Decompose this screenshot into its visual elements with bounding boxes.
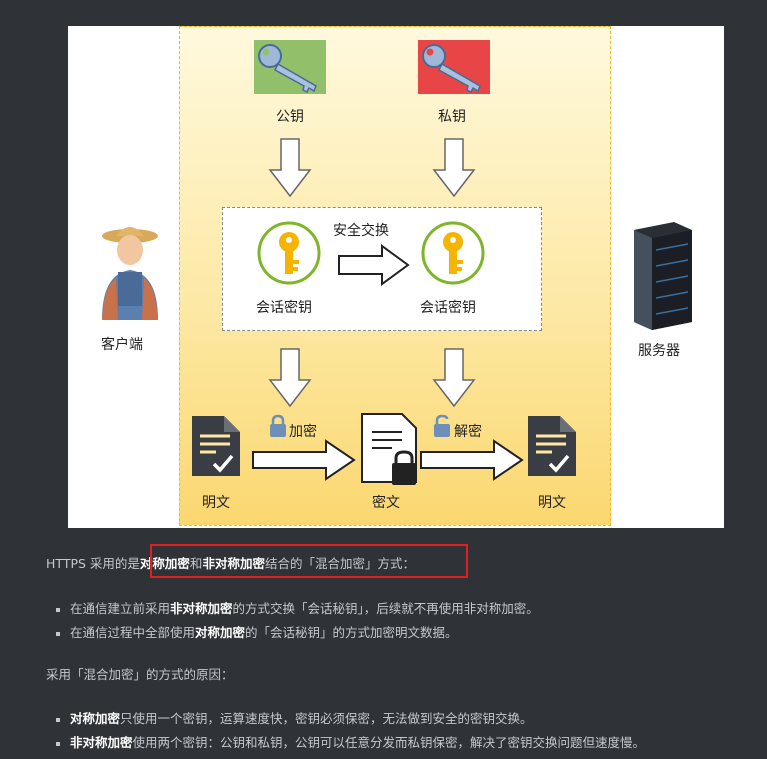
secure-exchange-label: 安全交换 (333, 223, 389, 239)
plaintext-left-label: 明文 (202, 495, 230, 511)
arrow-right-icon (420, 439, 524, 481)
session-key-icon (257, 221, 321, 285)
plaintext-document-icon (528, 416, 576, 476)
arrow-down-icon (432, 138, 476, 198)
public-key-label: 公钥 (276, 109, 304, 125)
arrow-down-icon (432, 348, 476, 408)
lock-closed-icon (270, 414, 286, 437)
list-item: 在通信建立前采用非对称加密的方式交换「会话秘钥」，后续就不再使用非对称加密。 (56, 598, 539, 617)
highlight-box (150, 544, 468, 578)
session-key-right-label: 会话密钥 (420, 300, 476, 316)
plaintext-document-icon (192, 416, 240, 476)
client-label: 客户端 (101, 337, 143, 353)
list-item: 在通信过程中全部使用对称加密的「会话秘钥」的方式加密明文数据。 (56, 622, 458, 641)
session-key-left-label: 会话密钥 (256, 300, 312, 316)
lock-open-icon (434, 414, 450, 437)
arrow-down-icon (268, 138, 312, 198)
ciphertext-document-icon (361, 413, 417, 485)
server-label: 服务器 (638, 343, 680, 359)
arrow-right-icon (252, 439, 356, 481)
ciphertext-label: 密文 (372, 495, 400, 511)
server-icon (634, 222, 692, 330)
private-key-label: 私钥 (438, 109, 466, 125)
hybrid-encryption-diagram: 公钥 私钥 会话密钥 安全交换 会话密钥 客户端 服务器 加密 解密 明文 密文… (68, 26, 724, 528)
reason-intro: 采用「混合加密」的方式的原因： (46, 667, 234, 682)
client-farmer-icon (102, 227, 158, 320)
private-key-icon (418, 40, 490, 94)
intro-text: HTTPS 采用的是 (46, 556, 140, 571)
public-key-icon (254, 40, 326, 94)
arrow-down-icon (268, 348, 312, 408)
arrow-right-icon (338, 244, 410, 286)
list-item: 非对称加密使用两个密钥：公钥和私钥，公钥可以任意分发而私钥保密，解决了密钥交换问… (56, 732, 645, 751)
session-key-icon (421, 221, 485, 285)
plaintext-right-label: 明文 (538, 495, 566, 511)
list-item: 对称加密只使用一个密钥，运算速度快，密钥必须保密，无法做到安全的密钥交换。 (56, 708, 533, 727)
